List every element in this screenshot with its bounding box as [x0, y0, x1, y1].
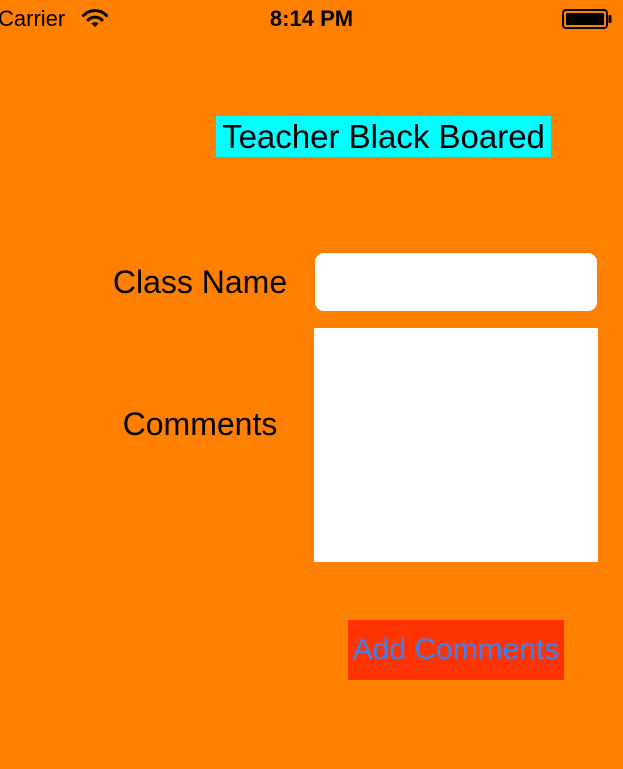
page-title: Teacher Black Boared: [216, 116, 551, 157]
add-comments-button[interactable]: Add Comments: [348, 620, 564, 680]
battery-full-icon: [562, 9, 612, 29]
class-name-field[interactable]: [315, 253, 597, 311]
comments-label: Comments: [122, 406, 278, 442]
comments-textarea[interactable]: [314, 328, 598, 562]
status-bar: Carrier 8:14 PM: [0, 0, 623, 40]
status-time: 8:14 PM: [269, 6, 354, 31]
class-name-label: Class Name: [112, 264, 288, 300]
